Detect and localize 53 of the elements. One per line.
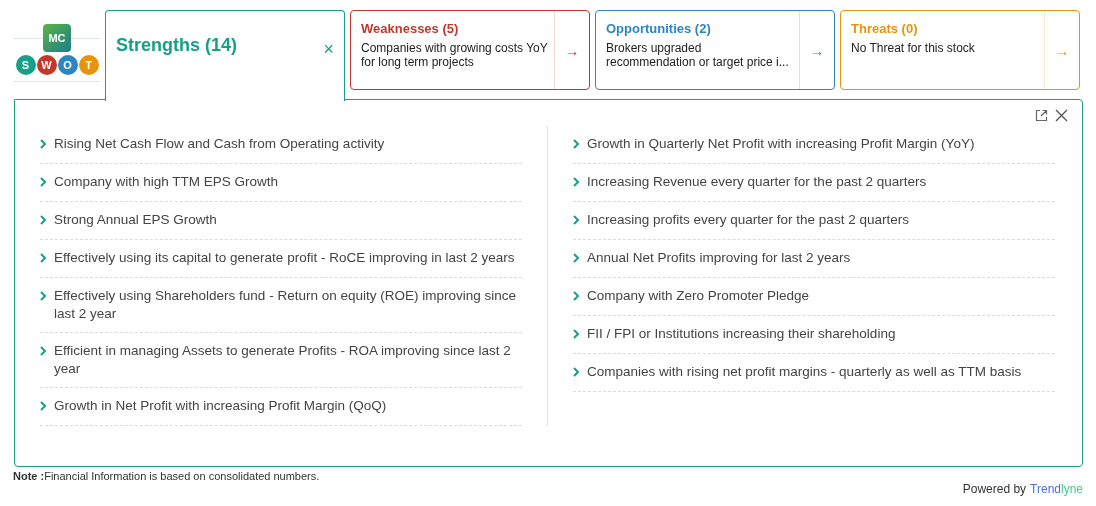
- chevron-icon: [40, 139, 47, 149]
- strength-item: Efficient in managing Assets to generate Profits - ROA improving since last 2 year: [54, 342, 512, 378]
- chevron-icon: [573, 367, 580, 377]
- letter-dot: S: [15, 55, 36, 75]
- tab-summary: No Threat for this stock: [851, 41, 976, 55]
- chevron-icon: [40, 253, 47, 263]
- strength-item: Rising Net Cash Flow and Cash from Operating activity: [54, 135, 385, 153]
- letter-dot: W: [36, 55, 57, 75]
- swot-tab[interactable]: Opportunities (2) Brokers upgraded recommendation or target price i... →: [595, 10, 835, 90]
- tab-title: Opportunities (2): [606, 21, 712, 36]
- strength-item: Strong Annual EPS Growth: [54, 211, 217, 229]
- tab-summary: Companies with growing costs YoY for long term projects: [361, 41, 548, 69]
- close-icon[interactable]: [1055, 109, 1068, 122]
- chevron-icon: [573, 215, 580, 225]
- chevron-icon: [40, 346, 47, 356]
- strength-item: Growth in Net Profit with increasing Profit Margin (QoQ): [54, 397, 387, 415]
- tab-title: Weaknesses (5): [361, 21, 460, 36]
- letter-dot: O: [57, 55, 78, 75]
- chevron-icon: [40, 291, 47, 301]
- chevron-icon: [573, 253, 580, 263]
- chevron-icon: [573, 291, 580, 301]
- external-link-icon[interactable]: [1035, 109, 1048, 122]
- chevron-icon: [40, 215, 47, 225]
- chevron-icon: [573, 177, 580, 187]
- strength-item: Growth in Quarterly Net Profit with increasing Profit Margin (YoY): [587, 135, 975, 153]
- arrow-icon[interactable]: →: [809, 41, 825, 59]
- chevron-icon: [573, 139, 580, 149]
- tab-title: Strengths (14): [116, 35, 238, 56]
- chevron-icon: [40, 401, 47, 411]
- tab-summary: Brokers upgraded recommendation or target price i...: [606, 41, 790, 69]
- chevron-icon: [40, 177, 47, 187]
- powered-by-label: Powered by: [962, 482, 1027, 496]
- strength-item: Annual Net Profits improving for last 2 years: [587, 249, 851, 267]
- strength-item: Increasing profits every quarter for the past 2 quarters: [587, 211, 909, 229]
- strengths-tab[interactable]: Strengths (14) ×: [105, 10, 345, 101]
- strength-item: Company with high TTM EPS Growth: [54, 173, 279, 191]
- strength-item: Increasing Revenue every quarter for the past 2 quarters: [587, 173, 927, 191]
- arrow-icon[interactable]: →: [564, 41, 580, 59]
- strength-item: FII / FPI or Institutions increasing their shareholding: [587, 325, 896, 343]
- swot-tab[interactable]: Weaknesses (5) Companies with growing costs YoY for long term projects →: [350, 10, 590, 90]
- strength-item: Company with Zero Promoter Pledge: [587, 287, 810, 305]
- tab-title: Threats (0): [851, 21, 919, 36]
- strength-item: Effectively using Shareholders fund - Return on equity (ROE) improving since last 2 year: [54, 287, 517, 323]
- note-text: Note :Financial Information is based on consolidated numbers.: [13, 470, 320, 484]
- chevron-icon: [573, 329, 580, 339]
- close-icon[interactable]: ×: [323, 40, 334, 58]
- strength-item: Effectively using its capital to generate profit - RoCE improving in last 2 years: [54, 249, 515, 267]
- brand-link[interactable]: Trendlyne: [1030, 482, 1083, 496]
- strength-item: Companies with rising net profit margins - quarterly as well as TTM basis: [587, 363, 1022, 381]
- logo-badge: MC: [43, 24, 71, 52]
- swot-tab[interactable]: Threats (0) No Threat for this stock →: [840, 10, 1080, 90]
- letter-dot: T: [78, 55, 99, 75]
- arrow-icon[interactable]: →: [1054, 41, 1070, 59]
